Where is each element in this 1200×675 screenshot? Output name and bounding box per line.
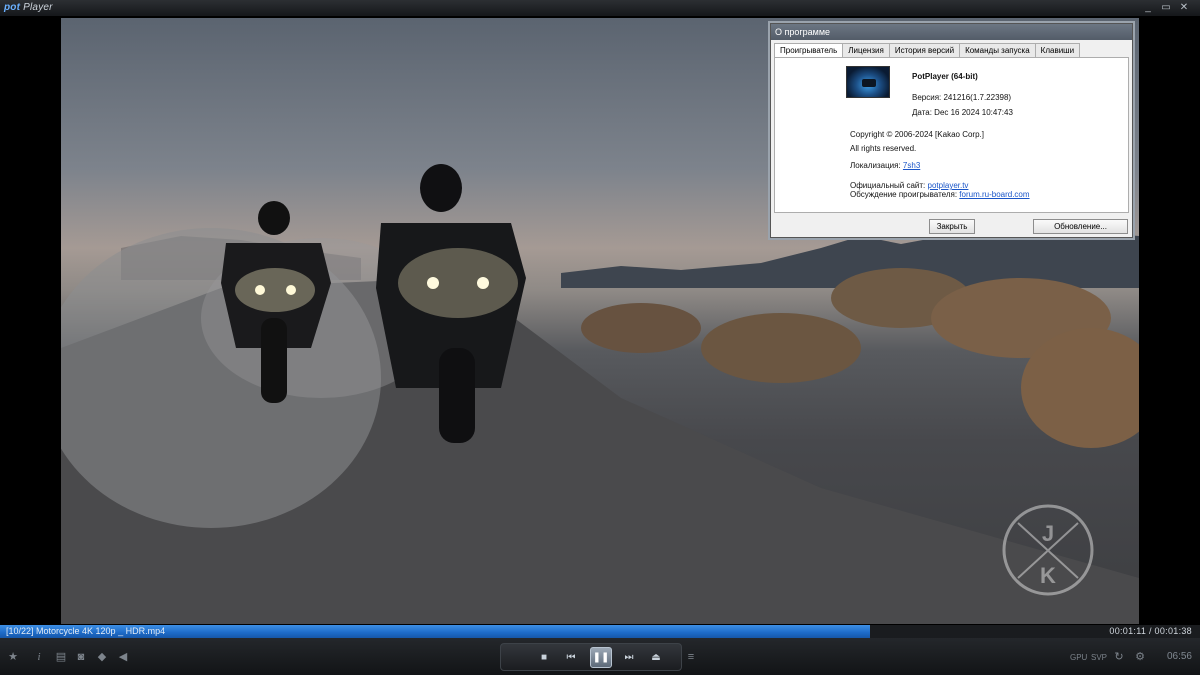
localization-row: Локализация: 7sh3 xyxy=(850,161,920,170)
previous-button[interactable]: ⏮ xyxy=(563,650,579,666)
watermark-letter-k: K xyxy=(1040,563,1056,588)
seek-bar[interactable]: [10/22] Motorcycle 4K 120p _ HDR.mp4 00:… xyxy=(0,624,1200,638)
tab-license[interactable]: Лицензия xyxy=(842,43,890,57)
gpu-label[interactable]: GPU xyxy=(1070,653,1087,662)
localization-label: Локализация: xyxy=(850,161,901,170)
time-display: 00:01:11 / 00:01:38 xyxy=(1109,626,1192,636)
maximize-button[interactable]: ▭ xyxy=(1158,1,1174,15)
potplayer-logo-image xyxy=(846,66,890,98)
stop-button[interactable]: ■ xyxy=(536,650,552,666)
pause-icon: ❚❚ xyxy=(592,652,610,663)
star-icon[interactable]: ★ xyxy=(6,650,20,664)
update-button[interactable]: Обновление... xyxy=(1033,219,1128,234)
control-bar: ★ i ▤ ◙ ◆ ◀ ⇄ ■ ⏮ ❚❚ ⏭ ⏏ ≡ GPU SVP ↻ ⚙ 0… xyxy=(0,638,1200,675)
clock-display: 06:56 xyxy=(1166,651,1192,662)
about-dialog: О программе Проигрыватель Лицензия Истор… xyxy=(770,23,1133,238)
tab-command-line[interactable]: Команды запуска xyxy=(959,43,1036,57)
version-text: Версия: 241216(1.7.22398) xyxy=(912,93,1012,102)
tab-version-history[interactable]: История версий xyxy=(888,43,961,57)
localization-link[interactable]: 7sh3 xyxy=(903,161,920,170)
site-link[interactable]: potplayer.tv xyxy=(928,181,969,190)
now-playing-title: [10/22] Motorcycle 4K 120p _ HDR.mp4 xyxy=(6,626,166,636)
watermark-letter-j: J xyxy=(1042,521,1054,546)
subtitle-icon[interactable]: ◆ xyxy=(95,650,109,664)
app-logo[interactable]: pot Player xyxy=(4,2,53,13)
close-button[interactable]: Закрыть xyxy=(929,219,975,234)
forum-label: Обсуждение проигрывателя: xyxy=(850,190,958,199)
about-panel: PotPlayer (64-bit) Версия: 241216(1.7.22… xyxy=(774,57,1129,213)
site-row: Официальный сайт: potplayer.tv xyxy=(850,181,968,190)
tab-player[interactable]: Проигрыватель xyxy=(774,43,844,58)
dialog-tabs: Проигрыватель Лицензия История версий Ко… xyxy=(774,43,1081,58)
forum-row: Обсуждение проигрывателя: forum.ru-board… xyxy=(850,190,1030,199)
tab-hotkeys[interactable]: Клавиши xyxy=(1034,43,1081,57)
title-bar: pot Player _ ▭ ✕ xyxy=(0,0,1200,17)
capture-icon[interactable]: ◙ xyxy=(74,650,88,664)
copyright-text: Copyright © 2006-2024 [Kakao Corp.] xyxy=(850,130,984,139)
svp-label[interactable]: SVP xyxy=(1091,653,1107,662)
play-pause-button[interactable]: ❚❚ xyxy=(590,647,612,668)
settings-icon[interactable]: ⚙ xyxy=(1133,650,1147,664)
site-label: Официальный сайт: xyxy=(850,181,926,190)
build-date-text: Дата: Dec 16 2024 10:47:43 xyxy=(912,108,1013,117)
minimize-button[interactable]: _ xyxy=(1140,1,1156,15)
playlist-icon[interactable]: ▤ xyxy=(54,650,68,664)
info-icon[interactable]: i xyxy=(32,650,46,664)
forum-link[interactable]: forum.ru-board.com xyxy=(959,190,1029,199)
close-window-button[interactable]: ✕ xyxy=(1176,1,1192,15)
dialog-title: О программе xyxy=(771,24,1132,40)
next-button[interactable]: ⏭ xyxy=(621,650,637,666)
product-name: PotPlayer (64-bit) xyxy=(912,72,978,81)
rights-text: All rights reserved. xyxy=(850,144,917,153)
eject-icon[interactable]: ⏏ xyxy=(648,650,664,666)
volume-icon[interactable]: ◀ xyxy=(116,650,130,664)
repeat-icon[interactable]: ↻ xyxy=(1112,650,1126,664)
menu-icon[interactable]: ≡ xyxy=(684,650,698,664)
transport-controls: ■ ⏮ ❚❚ ⏭ ⏏ xyxy=(500,643,682,671)
